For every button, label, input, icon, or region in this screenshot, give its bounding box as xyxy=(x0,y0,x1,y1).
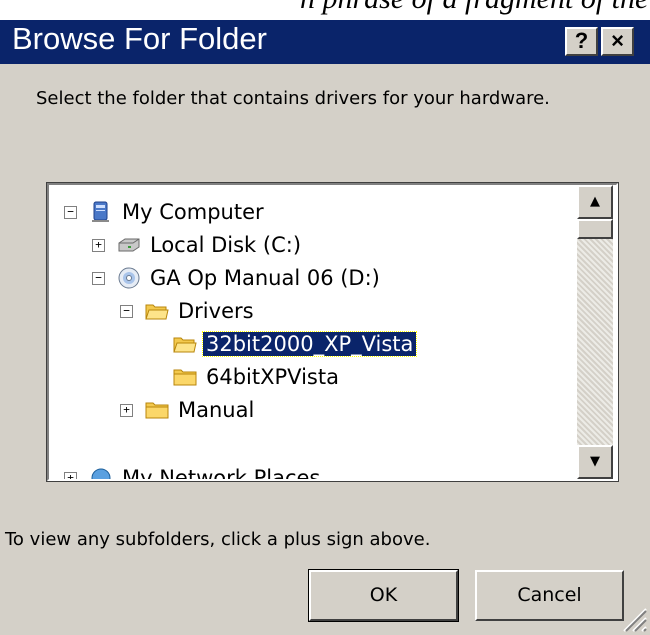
folder-open-icon xyxy=(145,304,169,320)
help-button[interactable]: ? xyxy=(565,27,598,56)
resize-grip-icon[interactable] xyxy=(618,603,648,633)
tree-item-label-selected: 32bit2000_XP_Vista xyxy=(201,331,418,357)
title-bar: Browse For Folder ? × xyxy=(0,20,650,64)
scroll-thumb[interactable] xyxy=(577,219,613,239)
folder-icon xyxy=(145,402,169,419)
footer-hint: To view any subfolders, click a plus sig… xyxy=(5,529,431,550)
expand-toggle[interactable]: + xyxy=(92,239,105,252)
expand-toggle[interactable]: + xyxy=(120,404,133,417)
tree-item-label: Manual xyxy=(178,398,255,422)
drive-icon xyxy=(118,238,140,252)
browse-for-folder-dialog: Browse For Folder ? × Select the folder … xyxy=(0,20,650,635)
folder-icon xyxy=(173,369,197,386)
tree-item-label: Drivers xyxy=(178,299,254,323)
tree-item-label: My Computer xyxy=(122,200,264,224)
network-places-icon xyxy=(91,468,111,479)
my-computer-icon xyxy=(92,201,109,222)
instruction-text: Select the folder that contains drivers … xyxy=(36,88,550,109)
tree-item-label: 64bitXPVista xyxy=(206,365,339,389)
dialog-title: Browse For Folder xyxy=(12,21,267,56)
expand-toggle[interactable]: + xyxy=(64,472,77,479)
ok-button[interactable]: OK xyxy=(308,569,459,622)
scroll-down-button[interactable]: ▼ xyxy=(577,445,613,479)
folder-tree[interactable]: − My Computer + Local Disk (C:) − GA Op … xyxy=(46,182,619,482)
tree-item-label: Local Disk (C:) xyxy=(150,233,302,257)
collapse-toggle[interactable]: − xyxy=(92,272,105,285)
tree-item-label: GA Op Manual 06 (D:) xyxy=(150,266,380,290)
cd-drive-icon xyxy=(118,267,140,289)
cancel-button[interactable]: Cancel xyxy=(475,570,624,621)
scroll-up-button[interactable]: ▲ xyxy=(577,185,613,219)
collapse-toggle[interactable]: − xyxy=(64,206,77,219)
tree-item-label: My Network Places xyxy=(122,466,321,481)
tree-scrollbar[interactable]: ▲ ▼ xyxy=(577,185,613,479)
folder-open-icon xyxy=(173,337,197,353)
collapse-toggle[interactable]: − xyxy=(120,305,133,318)
page-caption-fragment: n phrase of a fragment of the textual bo… xyxy=(300,0,650,16)
close-button[interactable]: × xyxy=(601,27,634,56)
page-caption-crop: n phrase of a fragment of the textual bo… xyxy=(0,0,650,20)
